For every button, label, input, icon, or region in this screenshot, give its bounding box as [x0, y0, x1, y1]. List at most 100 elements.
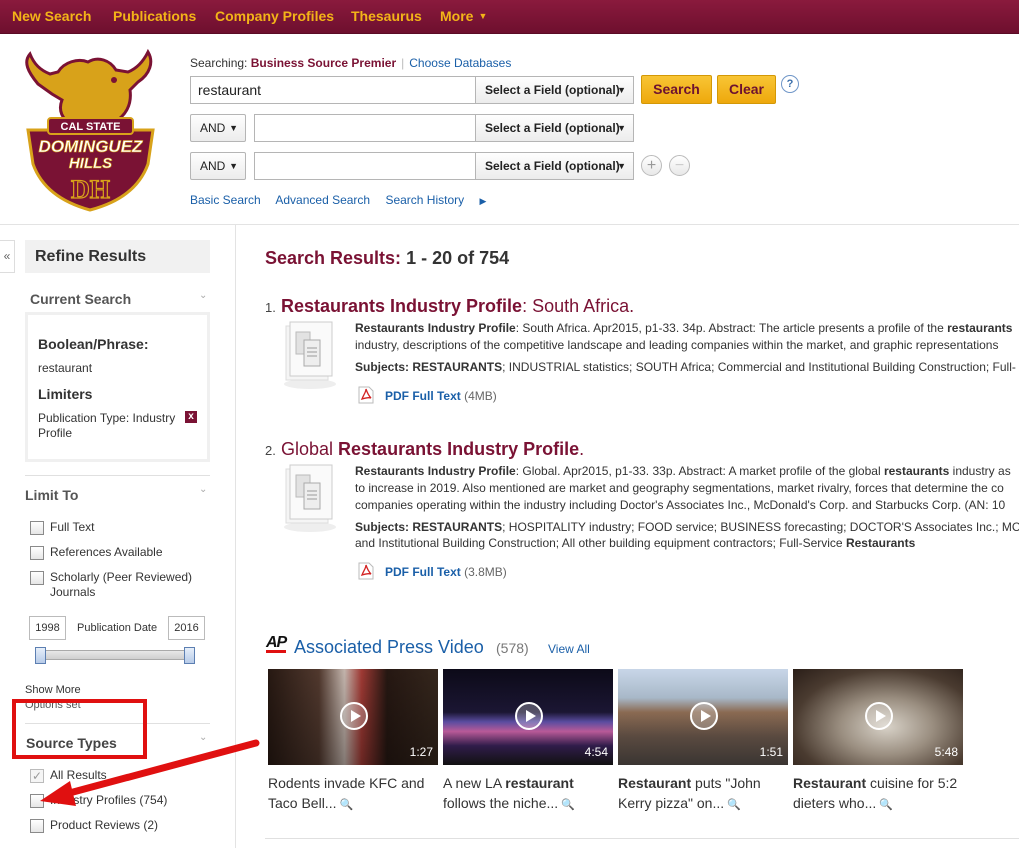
preview-icon[interactable]: 🔍: [727, 795, 741, 815]
product-reviews-checkbox[interactable]: [30, 819, 44, 833]
nav-more-label: More: [440, 8, 474, 24]
pdf-full-text-link[interactable]: PDF Full Text (3.8MB): [385, 565, 507, 579]
video-duration: 1:51: [759, 745, 783, 759]
video-duration: 4:54: [584, 745, 608, 759]
field-select-2-label: Select a Field (optional): [485, 121, 620, 135]
video-thumbnail[interactable]: 1:51: [618, 669, 788, 765]
search-history-label: Search History: [385, 193, 465, 207]
result-subjects-line-2: and Institutional Building Construction;…: [355, 536, 916, 550]
current-search-title[interactable]: Current Search: [30, 291, 131, 307]
video-thumbnail[interactable]: 5:48: [793, 669, 963, 765]
boolean-select-3-label: AND: [200, 159, 226, 173]
industry-profiles-checkbox[interactable]: [30, 794, 44, 808]
search-input-3[interactable]: [254, 152, 476, 180]
top-nav: New Search Publications Company Profiles…: [0, 0, 1019, 34]
remove-limiter-button[interactable]: x: [185, 411, 197, 423]
all-results-checkbox[interactable]: ✓: [30, 769, 44, 783]
show-more-link[interactable]: Show More: [25, 683, 81, 698]
advanced-search-link[interactable]: Advanced Search: [275, 193, 370, 207]
add-row-button[interactable]: +: [641, 155, 662, 176]
video-caption[interactable]: Rodents invade KFC and Taco Bell... 🔍: [268, 773, 438, 815]
view-all-link[interactable]: View All: [548, 642, 590, 656]
boolean-phrase-value[interactable]: restaurant: [38, 361, 92, 375]
nav-new-search[interactable]: New Search: [12, 8, 91, 24]
search-input-1[interactable]: restaurant: [190, 76, 476, 104]
choose-databases-link[interactable]: Choose Databases: [409, 56, 511, 70]
date-slider-track[interactable]: [35, 650, 193, 660]
limiter-line-2: Profile: [38, 426, 73, 440]
boolean-select-2[interactable]: AND ▼: [190, 114, 246, 142]
search-input-2[interactable]: [254, 114, 476, 142]
remove-row-button[interactable]: −: [669, 155, 690, 176]
video-caption[interactable]: Restaurant cuisine for 5:2 dieters who..…: [793, 773, 963, 815]
results-count: 1 - 20 of 754: [406, 248, 510, 268]
search-sublinks: Basic Search Advanced Search Search Hist…: [190, 193, 510, 207]
limiters-label: Limiters: [38, 386, 93, 402]
database-name: Business Source Premier: [250, 56, 397, 70]
chevron-down-icon[interactable]: ⌄: [199, 732, 207, 743]
video-caption[interactable]: Restaurant puts "John Kerry pizza" on...…: [618, 773, 788, 815]
scholarly-checkbox[interactable]: [30, 571, 44, 585]
field-select-2[interactable]: Select a Field (optional) ▼: [475, 114, 634, 142]
pdf-icon[interactable]: [358, 386, 374, 404]
result-subjects: Subjects: RESTAURANTS; INDUSTRIAL statis…: [355, 360, 1016, 374]
video-caption[interactable]: A new LA restaurant follows the niche...…: [443, 773, 613, 815]
search-button[interactable]: Search: [641, 75, 712, 104]
university-logo[interactable]: CAL STATE DOMINGUEZ HILLS DH: [18, 42, 163, 212]
video-thumbnail[interactable]: 4:54: [443, 669, 613, 765]
play-icon[interactable]: [515, 702, 543, 730]
result-title-link[interactable]: Global Restaurants Industry Profile.: [281, 439, 584, 460]
searching-line: Searching: Business Source Premier | Choos…: [190, 56, 512, 70]
play-icon[interactable]: [690, 702, 718, 730]
nav-company-profiles[interactable]: Company Profiles: [215, 8, 334, 24]
play-icon[interactable]: [865, 702, 893, 730]
limit-to-title[interactable]: Limit To: [25, 487, 78, 503]
nav-publications[interactable]: Publications: [113, 8, 196, 24]
date-slider-handle-left[interactable]: [35, 647, 46, 664]
references-checkbox[interactable]: [30, 546, 44, 560]
basic-search-link[interactable]: Basic Search: [190, 193, 261, 207]
field-select-3[interactable]: Select a Field (optional) ▼: [475, 152, 634, 180]
boolean-select-2-label: AND: [200, 121, 226, 135]
scholarly-label-2: Journals: [50, 585, 96, 599]
help-icon[interactable]: ?: [781, 75, 799, 93]
preview-icon[interactable]: 🔍: [879, 795, 893, 815]
pdf-icon[interactable]: [358, 562, 374, 580]
full-text-label: Full Text: [50, 520, 95, 534]
search-history-link[interactable]: Search History ▶: [385, 193, 498, 207]
video-thumbnail[interactable]: 1:27: [268, 669, 438, 765]
collapse-panel-button[interactable]: «: [0, 240, 15, 273]
result-abstract-line-1: Restaurants Industry Profile: South Afri…: [355, 321, 1013, 335]
result-abstract-line-2: industry, descriptions of the competitiv…: [355, 338, 999, 352]
nav-more[interactable]: More ▼: [440, 8, 487, 24]
annotation-highlight-box: [12, 699, 147, 759]
result-title-link[interactable]: Restaurants Industry Profile: South Afri…: [281, 296, 634, 317]
chevron-down-icon[interactable]: ⌄: [199, 290, 207, 301]
clear-button[interactable]: Clear: [717, 75, 776, 104]
caret-down-icon: ▼: [617, 161, 626, 171]
industry-profiles-label: Industry Profiles (754): [50, 793, 168, 807]
searching-label: Searching:: [190, 56, 248, 70]
year-to-input[interactable]: 2016: [168, 616, 205, 640]
field-select-1[interactable]: Select a Field (optional) ▼: [475, 76, 634, 104]
chevron-down-icon[interactable]: ⌄: [199, 484, 207, 495]
pdf-full-text-link[interactable]: PDF Full Text (4MB): [385, 389, 497, 403]
date-slider-handle-right[interactable]: [184, 647, 195, 664]
publication-date-label: Publication Date: [77, 622, 158, 634]
video-duration: 1:27: [409, 745, 433, 759]
document-thumbnail-icon[interactable]: [280, 463, 340, 533]
document-thumbnail-icon[interactable]: [280, 320, 340, 390]
boolean-select-3[interactable]: AND ▼: [190, 152, 246, 180]
caret-down-icon: ▼: [617, 85, 626, 95]
nav-thesaurus[interactable]: Thesaurus: [351, 8, 422, 24]
preview-icon[interactable]: 🔍: [561, 795, 575, 815]
preview-icon[interactable]: 🔍: [339, 795, 353, 815]
result-number: 2.: [265, 443, 276, 458]
year-from-input[interactable]: 1998: [29, 616, 66, 640]
play-icon[interactable]: [340, 702, 368, 730]
video-section-title[interactable]: Associated Press Video: [294, 637, 484, 658]
caret-down-icon: ▼: [478, 11, 488, 21]
full-text-checkbox[interactable]: [30, 521, 44, 535]
result-abstract-line-1: Restaurants Industry Profile: Global. Ap…: [355, 464, 1011, 478]
result-subjects: Subjects: RESTAURANTS; HOSPITALITY indus…: [355, 520, 1019, 534]
